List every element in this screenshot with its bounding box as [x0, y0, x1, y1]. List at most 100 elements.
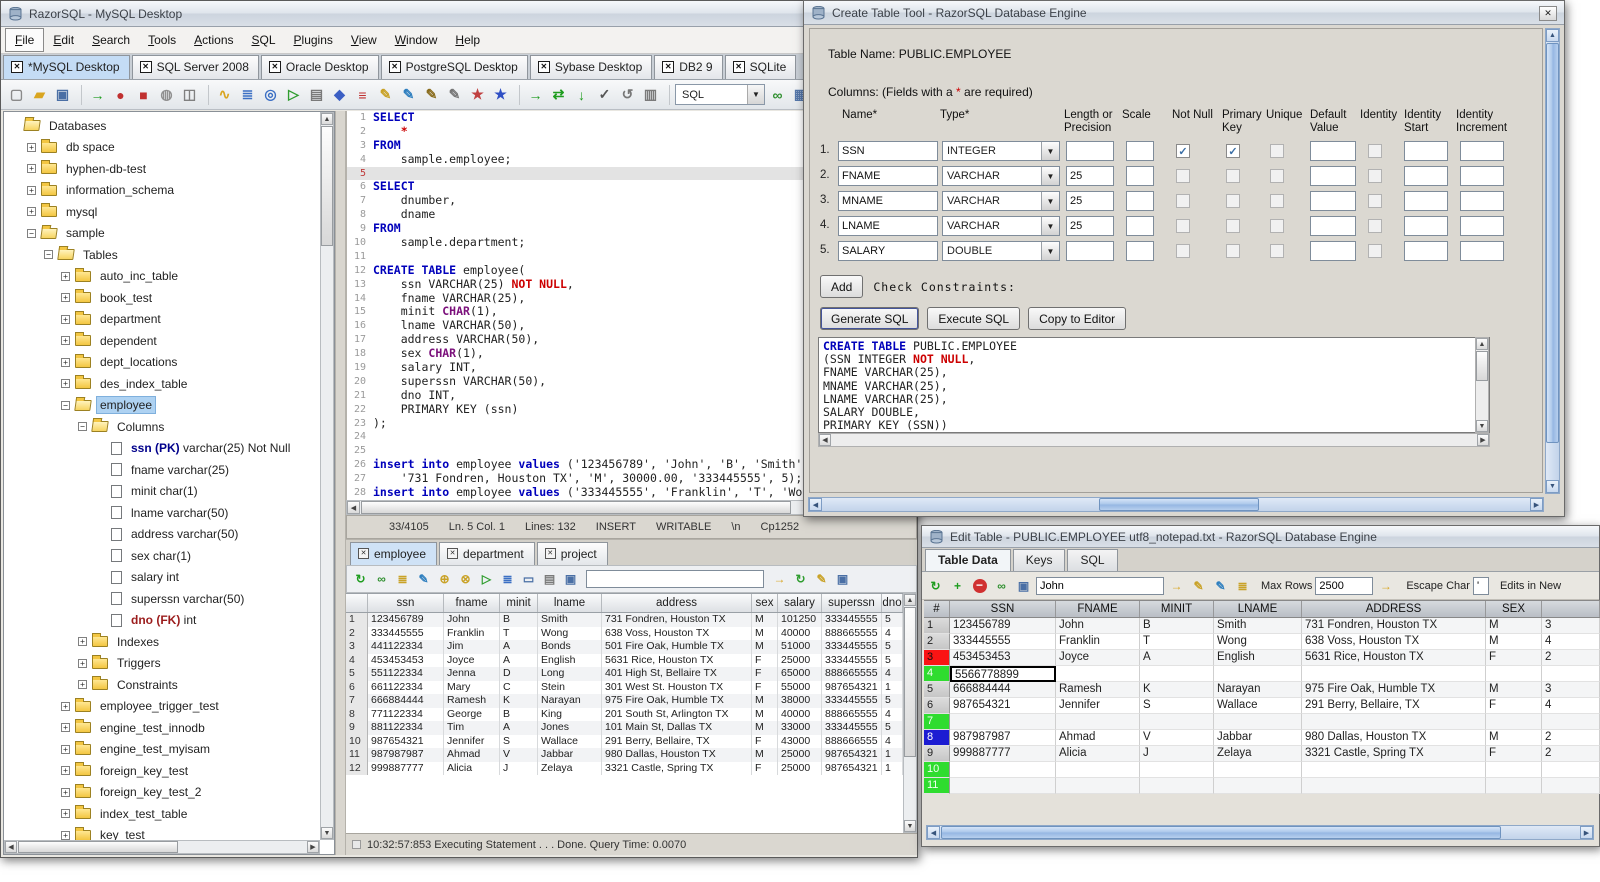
cell[interactable]: J	[500, 761, 538, 775]
expand-icon[interactable]: +	[61, 336, 70, 346]
cell[interactable]: Zelaya	[538, 761, 602, 775]
menu-actions[interactable]: Actions	[185, 29, 242, 51]
identity-start-input[interactable]	[1404, 141, 1448, 161]
column-name-input[interactable]	[838, 191, 938, 211]
menu-view[interactable]: View	[342, 29, 386, 51]
length-precision-input[interactable]	[1066, 216, 1114, 236]
cell[interactable]: M	[1486, 682, 1542, 698]
cell[interactable]: 1	[882, 680, 903, 694]
link-row-icon[interactable]: ⊗	[456, 570, 475, 589]
edit-column-header-#[interactable]: #	[924, 601, 950, 617]
cell[interactable]: Mary	[444, 680, 500, 694]
table-row[interactable]: 9 881122334 Tim A Jones 101 Main St, Dallas T…	[346, 721, 903, 735]
close-tab-icon[interactable]: ✕	[268, 61, 281, 73]
find-doc-icon[interactable]: ◎	[260, 84, 281, 105]
create-window-hscrollbar[interactable]: ◀ ▶	[808, 497, 1544, 512]
table-row[interactable]: 7 666884444 Ramesh K Narayan 975 Fire Oak, Hu…	[346, 694, 903, 708]
results-tab-employee[interactable]: ✕ employee	[350, 542, 438, 565]
cell[interactable]: 1	[882, 761, 903, 775]
identity-checkbox[interactable]	[1368, 194, 1382, 208]
cell[interactable]: 975 Fire Oak, Humble TX	[602, 694, 752, 708]
cell[interactable]: John	[444, 613, 500, 627]
cell[interactable]: J	[1140, 746, 1214, 762]
cell[interactable]: S	[1140, 698, 1214, 714]
expand-icon[interactable]: +	[61, 379, 70, 389]
table-row[interactable]: 6 987654321 Jennifer S Wallace 291 Berry, Bel…	[924, 698, 1600, 714]
cell[interactable]	[1056, 666, 1140, 682]
cell[interactable]: 5	[882, 653, 903, 667]
cell[interactable]: F	[752, 680, 778, 694]
tree-item-superssn-varchar-50-[interactable]: superssn varchar(50)	[4, 588, 320, 610]
expand-icon[interactable]: +	[61, 293, 70, 303]
cell[interactable]: 5	[882, 613, 903, 627]
copy-pages-icon[interactable]: ▤	[540, 570, 559, 589]
cell[interactable]: F	[1486, 650, 1542, 666]
cell[interactable]: Jabbar	[1214, 730, 1302, 746]
cell[interactable]: 4	[882, 707, 903, 721]
cell[interactable]: Jabbar	[538, 748, 602, 762]
collapse-icon[interactable]: −	[44, 250, 53, 260]
cell[interactable]: 51000	[778, 640, 822, 654]
add-row-icon[interactable]: +	[948, 576, 967, 595]
tree-item-minit-char-1-[interactable]: minit char(1)	[4, 481, 320, 503]
tree-item-key-test[interactable]: + key_test	[4, 825, 320, 840]
cell[interactable]: 43000	[778, 734, 822, 748]
tree-item-triggers[interactable]: + Triggers	[4, 653, 320, 675]
cell[interactable]: M	[752, 640, 778, 654]
cell[interactable]	[1214, 666, 1302, 682]
tree-item-db-space[interactable]: + db space	[4, 137, 320, 159]
expand-icon[interactable]: +	[61, 744, 70, 754]
menu-help[interactable]: Help	[446, 29, 489, 51]
cell[interactable]	[1214, 778, 1302, 794]
cell[interactable]: 980 Dallas, Houston TX	[602, 748, 752, 762]
cell[interactable]: K	[500, 694, 538, 708]
cell[interactable]: M	[1486, 730, 1542, 746]
edit-pad-icon[interactable]: ✎	[812, 570, 831, 589]
tree-item-address-varchar-50-[interactable]: address varchar(50)	[4, 524, 320, 546]
cell[interactable]: 291 Berry, Bellaire, TX	[1302, 698, 1486, 714]
execute-sql-button[interactable]: Execute SQL	[927, 307, 1021, 330]
tab-sql[interactable]: SQL	[1067, 549, 1118, 571]
tool-icon[interactable]: ◍	[156, 84, 177, 105]
cell[interactable]: 666884444	[368, 694, 444, 708]
menu-edit[interactable]: Edit	[44, 29, 83, 51]
close-tab-icon[interactable]: ✕	[732, 61, 745, 73]
cell[interactable]: Wallace	[1214, 698, 1302, 714]
go-icon[interactable]: →	[770, 570, 789, 589]
cell[interactable]	[1302, 666, 1486, 682]
row-search-input[interactable]	[1036, 576, 1164, 595]
edit-column-header-ssn[interactable]: SSN	[950, 601, 1056, 617]
cell[interactable]: 888665555	[822, 667, 882, 681]
cell[interactable]	[1542, 762, 1600, 778]
identity-increment-input[interactable]	[1460, 216, 1504, 236]
table-row[interactable]: 8 771122334 George B King 201 South St, Arlin…	[346, 707, 903, 721]
results-vscroll-thumb[interactable]	[904, 607, 916, 757]
cell[interactable]: B	[1140, 618, 1214, 634]
primary-key-checkbox[interactable]	[1226, 219, 1240, 233]
cell[interactable]: 401 High St, Bellaire TX	[602, 667, 752, 681]
cell[interactable]: 5	[882, 640, 903, 654]
describe-blue-icon[interactable]: ≣	[498, 570, 517, 589]
expand-icon[interactable]: +	[61, 830, 70, 840]
cell[interactable]: M	[752, 707, 778, 721]
cell[interactable]: M	[752, 721, 778, 735]
tree-item-columns[interactable]: − Columns	[4, 416, 320, 438]
expand-icon[interactable]: +	[27, 142, 36, 152]
execute-all-icon[interactable]: ⇄	[548, 84, 569, 105]
cell[interactable]: 987987987	[368, 748, 444, 762]
cell[interactable]: 101250	[778, 613, 822, 627]
cell[interactable]	[950, 762, 1056, 778]
cell[interactable]: 101 Main St, Dallas TX	[602, 721, 752, 735]
cell[interactable]: 638 Voss, Houston TX	[1302, 634, 1486, 650]
collapse-icon[interactable]: −	[78, 422, 87, 432]
cell[interactable]: Zelaya	[1214, 746, 1302, 762]
cell[interactable]: A	[500, 721, 538, 735]
cell[interactable]: A	[500, 653, 538, 667]
identity-increment-input[interactable]	[1460, 141, 1504, 161]
edit-column-header-overflow[interactable]	[1542, 601, 1600, 617]
cell[interactable]: Franklin	[444, 626, 500, 640]
scroll-left-icon[interactable]: ◀	[819, 434, 831, 446]
sql-box-vscroll[interactable]: ▲ ▼	[1475, 337, 1489, 433]
cell[interactable]: 888665555	[822, 707, 882, 721]
column-name-input[interactable]	[838, 241, 938, 261]
